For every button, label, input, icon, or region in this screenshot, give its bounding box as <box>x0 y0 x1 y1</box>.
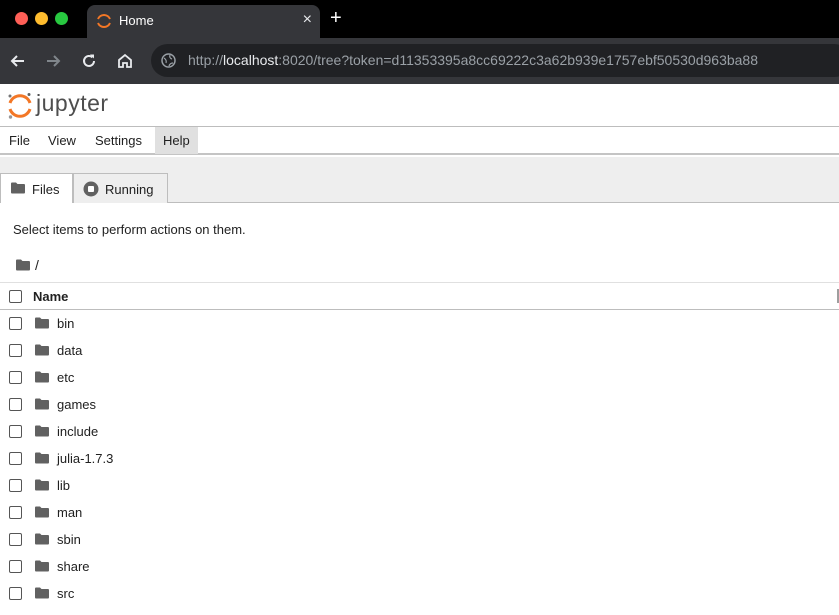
url-path: :8020/tree?token=d11353395a8cc69222c3a62… <box>278 52 758 68</box>
file-name: data <box>57 343 83 358</box>
file-name: games <box>57 397 97 412</box>
row-checkbox[interactable] <box>9 371 22 384</box>
row-checkbox[interactable] <box>9 479 22 492</box>
row-checkbox[interactable] <box>9 560 22 573</box>
folder-icon <box>35 533 49 545</box>
list-item[interactable]: etc <box>0 364 839 391</box>
row-checkbox[interactable] <box>9 587 22 600</box>
list-item[interactable]: man <box>0 499 839 526</box>
window-zoom-button[interactable] <box>55 12 68 25</box>
folder-icon[interactable] <box>16 259 30 271</box>
forward-arrow-icon[interactable] <box>43 51 63 71</box>
file-name: man <box>57 505 83 520</box>
row-checkbox[interactable] <box>9 425 22 438</box>
home-icon[interactable] <box>115 51 135 71</box>
list-item[interactable]: games <box>0 391 839 418</box>
list-item[interactable]: include <box>0 418 839 445</box>
list-item[interactable]: data <box>0 337 839 364</box>
select-all-checkbox[interactable] <box>9 290 22 303</box>
list-item[interactable]: julia-1.7.3 <box>0 445 839 472</box>
row-checkbox[interactable] <box>9 398 22 411</box>
tab-running[interactable]: Running <box>73 173 168 204</box>
folder-icon <box>35 560 49 572</box>
reload-icon[interactable] <box>79 51 99 71</box>
file-name: include <box>57 424 99 439</box>
window-close-button[interactable] <box>15 12 28 25</box>
stop-circle-icon <box>83 181 99 197</box>
folder-icon <box>35 452 49 464</box>
selection-hint: Select items to perform actions on them. <box>13 222 246 237</box>
list-item[interactable]: bin <box>0 310 839 337</box>
row-checkbox[interactable] <box>9 533 22 546</box>
folder-icon <box>35 398 49 410</box>
jupyter-logo-text: jupyter <box>36 90 109 116</box>
folder-icon <box>11 182 25 194</box>
menu-settings[interactable]: Settings <box>87 127 150 154</box>
row-checkbox[interactable] <box>9 452 22 465</box>
url-host: localhost <box>223 52 279 68</box>
new-tab-button[interactable]: + <box>330 7 342 29</box>
menu-file[interactable]: File <box>1 127 38 154</box>
list-header: Name <box>0 282 839 310</box>
file-name: src <box>57 586 75 601</box>
browser-titlebar: Home × + <box>0 0 839 38</box>
row-checkbox[interactable] <box>9 506 22 519</box>
browser-toolbar: http://localhost:8020/tree?token=d113533… <box>0 38 839 84</box>
browser-tab-home[interactable]: Home × <box>87 5 320 38</box>
row-checkbox[interactable] <box>9 344 22 357</box>
breadcrumb-root[interactable]: / <box>35 257 39 273</box>
url-text: http://localhost:8020/tree?token=d113533… <box>188 52 758 68</box>
site-info-icon[interactable] <box>160 52 177 69</box>
file-name: bin <box>57 316 75 331</box>
window-minimize-button[interactable] <box>35 12 48 25</box>
browser-tab-title: Home <box>119 13 154 28</box>
folder-icon <box>35 371 49 383</box>
file-browser: Select items to perform actions on them.… <box>0 203 839 615</box>
file-name: etc <box>57 370 75 385</box>
address-bar[interactable]: http://localhost:8020/tree?token=d113533… <box>151 44 839 77</box>
url-scheme: http:// <box>188 52 224 68</box>
tab-bar: Files Running <box>0 157 839 204</box>
file-name: share <box>57 559 90 574</box>
menu-view[interactable]: View <box>40 127 84 154</box>
jupyter-logo-icon[interactable] <box>7 92 33 120</box>
row-checkbox[interactable] <box>9 317 22 330</box>
tab-close-icon[interactable]: × <box>303 11 312 29</box>
tab-running-label: Running <box>105 182 154 197</box>
folder-icon <box>35 425 49 437</box>
list-item[interactable]: src <box>0 580 839 607</box>
folder-icon <box>35 587 49 599</box>
jupyter-favicon-icon <box>97 14 111 28</box>
file-name: sbin <box>57 532 81 547</box>
jupyter-header: jupyter <box>0 84 839 127</box>
back-arrow-icon[interactable] <box>8 51 28 71</box>
file-name: lib <box>57 478 71 493</box>
folder-icon <box>35 317 49 329</box>
tab-files-label: Files <box>32 182 60 197</box>
menu-bar: File View Settings Help <box>0 127 839 155</box>
menu-help[interactable]: Help <box>155 127 198 154</box>
folder-icon <box>35 479 49 491</box>
folder-icon <box>35 506 49 518</box>
list-item[interactable]: sbin <box>0 526 839 553</box>
file-name: julia-1.7.3 <box>57 451 114 466</box>
list-item[interactable]: lib <box>0 472 839 499</box>
folder-icon <box>35 344 49 356</box>
list-item[interactable]: share <box>0 553 839 580</box>
column-header-name[interactable]: Name <box>33 289 68 304</box>
tab-files[interactable]: Files <box>0 173 73 204</box>
